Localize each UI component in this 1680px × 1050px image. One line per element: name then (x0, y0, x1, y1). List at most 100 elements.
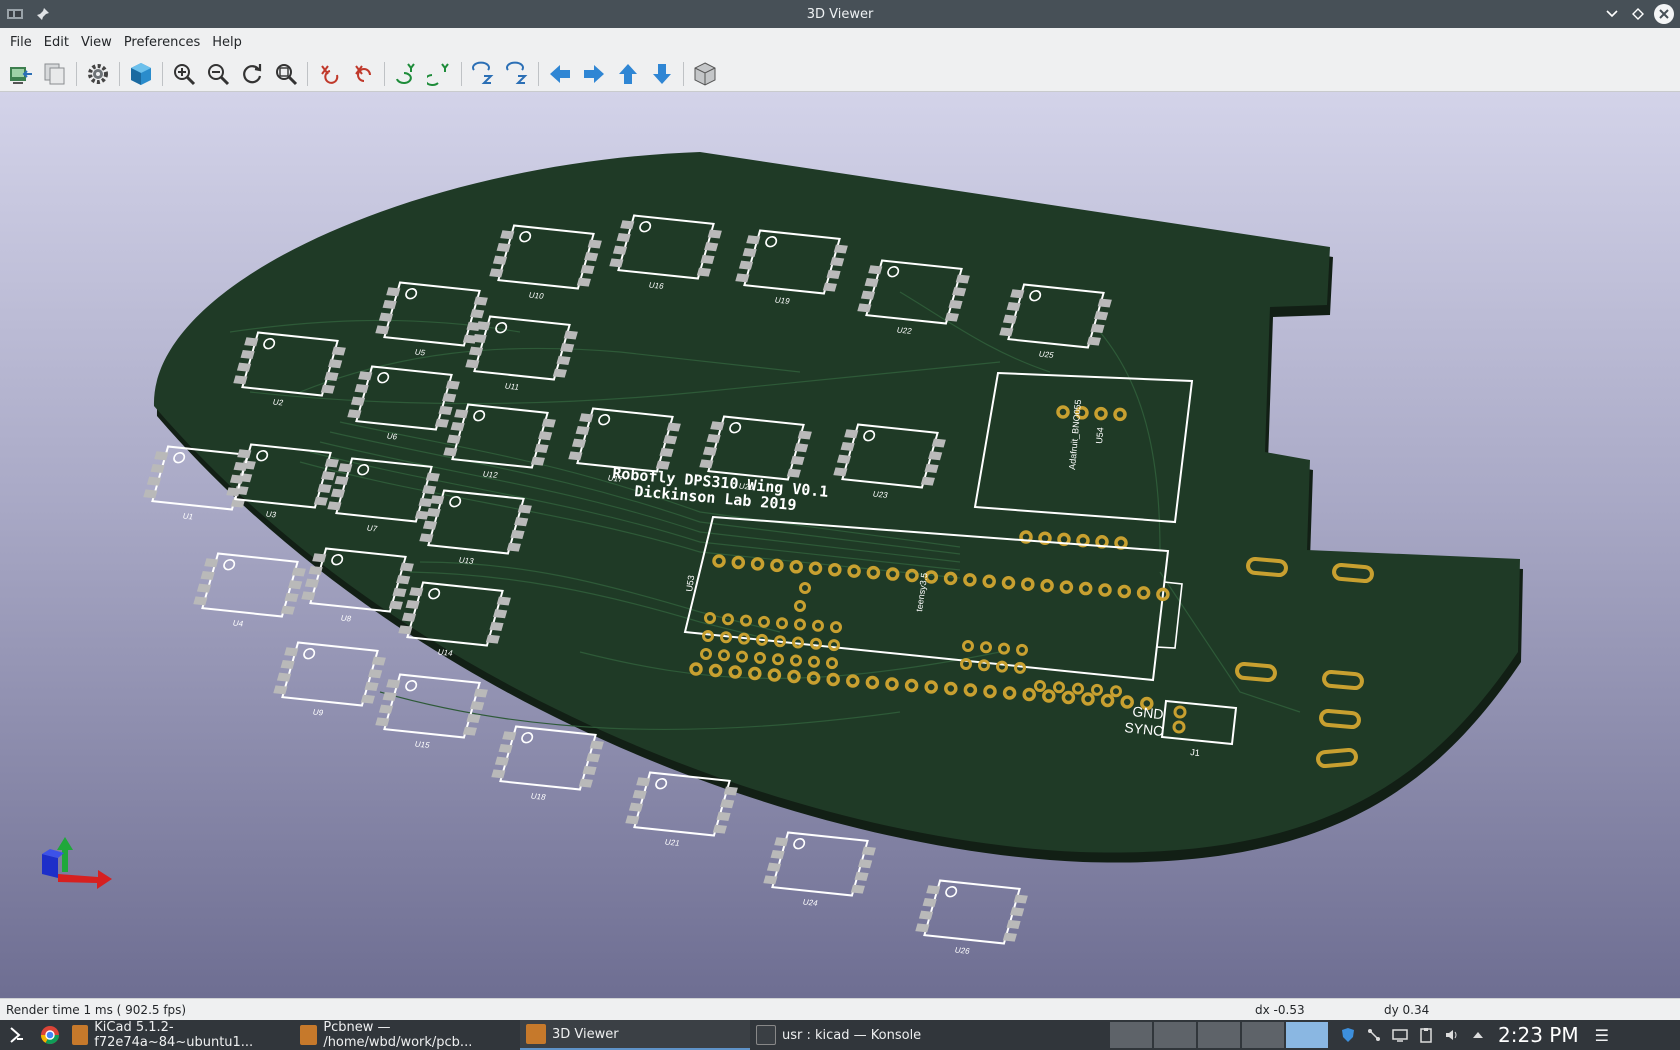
desktop-1[interactable] (1110, 1022, 1152, 1048)
rotate-z-cw-button[interactable] (468, 59, 498, 89)
chip-pin (360, 694, 375, 704)
chip-pin (399, 562, 414, 572)
move-left-button[interactable] (545, 59, 575, 89)
chip-pin (491, 769, 506, 779)
minimize-button[interactable] (1602, 4, 1622, 24)
window-titlebar[interactable]: 3D Viewer (0, 0, 1680, 28)
menu-edit[interactable]: Edit (38, 35, 75, 50)
raytracing-button[interactable] (126, 59, 156, 89)
chip-pin (328, 359, 343, 369)
maximize-button[interactable] (1628, 4, 1648, 24)
chip-pin (443, 447, 458, 457)
pin1-marker (405, 680, 418, 692)
move-right-button[interactable] (579, 59, 609, 89)
desktop-2[interactable] (1154, 1022, 1196, 1048)
chip-pin (388, 600, 403, 610)
chip-pin (556, 355, 571, 365)
desktop-3[interactable] (1198, 1022, 1240, 1048)
chip-pin (699, 459, 714, 469)
chip-pin (918, 910, 934, 920)
chip-pin (926, 885, 941, 895)
chip-ref-label: U23 (872, 490, 890, 500)
desktop-4[interactable] (1242, 1022, 1284, 1048)
task-konsole[interactable]: usr : kicad — Konsole (750, 1020, 1110, 1050)
chip-pin (706, 433, 721, 444)
copy-to-clipboard-button[interactable] (6, 59, 36, 89)
chip-pin (401, 612, 417, 622)
chip-ref-label: U9 (312, 708, 325, 718)
chip-pin (450, 421, 465, 432)
task-pcbnew[interactable]: Pcbnew — /home/wbd/work/pcb... (294, 1020, 520, 1050)
clock[interactable]: 2:23 PM (1498, 1023, 1579, 1047)
pin1-marker (173, 452, 186, 464)
chip-pin (786, 468, 801, 478)
move-up-button[interactable] (613, 59, 643, 89)
chip-pin (1010, 289, 1025, 299)
chrome-launcher[interactable] (34, 1020, 66, 1050)
task-label: 3D Viewer (552, 1026, 619, 1042)
chip-ref-label: U22 (896, 326, 914, 336)
statusbar: Render time 1 ms ( 902.5 fps) dx -0.53 d… (0, 998, 1680, 1020)
dy-readout: dy 0.34 (1384, 1003, 1430, 1017)
task-kicad[interactable]: KiCad 5.1.2-f72e74a~84~ubuntu1... (66, 1020, 294, 1050)
volume-icon[interactable] (1444, 1027, 1460, 1043)
export-icon (10, 66, 32, 84)
zoom-fit-button[interactable] (271, 59, 301, 89)
3d-viewport[interactable]: Robofly DPS310 Wing V0.1 Dickinson Lab 2… (0, 92, 1680, 998)
menubar: File Edit View Preferences Help (0, 28, 1680, 56)
chip-pin (746, 235, 761, 245)
desktop-5[interactable] (1286, 1022, 1328, 1048)
rotate-x-ccw-button[interactable] (348, 59, 378, 89)
chip-ref-label: U13 (458, 556, 476, 566)
chip-ref-label: U15 (414, 740, 432, 750)
chip-pin (510, 529, 525, 539)
tray-expand-icon[interactable] (1470, 1027, 1486, 1043)
ortho-cube-icon (694, 61, 716, 86)
pin-icon[interactable] (36, 7, 50, 21)
chip-pin (858, 859, 873, 869)
chip-pin (944, 312, 959, 322)
chip-pin (489, 268, 504, 278)
ortho-button[interactable] (690, 59, 720, 89)
chip-ref-label: U21 (664, 838, 682, 848)
redraw-button[interactable] (237, 59, 267, 89)
zoom-in-button[interactable] (169, 59, 199, 89)
settings-button[interactable] (83, 59, 113, 89)
chip-pin (422, 520, 438, 530)
chip-pin (868, 265, 883, 275)
chip-pin (462, 726, 477, 736)
chip-ref-label: U26 (954, 946, 972, 956)
zoom-out-button[interactable] (203, 59, 233, 89)
menu-view[interactable]: View (75, 35, 118, 50)
rotate-y-cw-button[interactable] (391, 59, 421, 89)
chip-pin (589, 740, 604, 750)
menu-file[interactable]: File (4, 35, 38, 50)
display-icon[interactable] (1392, 1027, 1408, 1043)
chip-pin (952, 287, 967, 297)
menu-icon[interactable]: ☰ (1595, 1026, 1609, 1045)
app-launcher-button[interactable] (0, 1020, 34, 1050)
task-3d-viewer[interactable]: 3D Viewer (520, 1020, 750, 1050)
close-button[interactable] (1654, 4, 1674, 24)
copy-image-button[interactable] (40, 59, 70, 89)
network-icon[interactable] (1366, 1027, 1382, 1043)
menu-help[interactable]: Help (206, 35, 248, 50)
chip-pin (405, 599, 420, 610)
chip-pin (244, 337, 259, 347)
chip-pin (382, 299, 397, 310)
toolbar-separator (538, 61, 539, 86)
chip-ref-label: U18 (530, 792, 548, 802)
chip-pin (280, 659, 295, 670)
chip-pin (321, 471, 336, 481)
rotate-y-ccw-button[interactable] (425, 59, 455, 89)
chip-pin (445, 380, 460, 390)
chip-pin (386, 287, 401, 297)
chip-pin (541, 418, 556, 428)
shield-icon[interactable] (1340, 1027, 1356, 1043)
chip-pin (430, 495, 445, 505)
menu-preferences[interactable]: Preferences (118, 35, 206, 50)
clipboard-icon[interactable] (1418, 1027, 1434, 1043)
rotate-x-cw-button[interactable] (314, 59, 344, 89)
rotate-z-ccw-button[interactable] (502, 59, 532, 89)
move-down-button[interactable] (647, 59, 677, 89)
